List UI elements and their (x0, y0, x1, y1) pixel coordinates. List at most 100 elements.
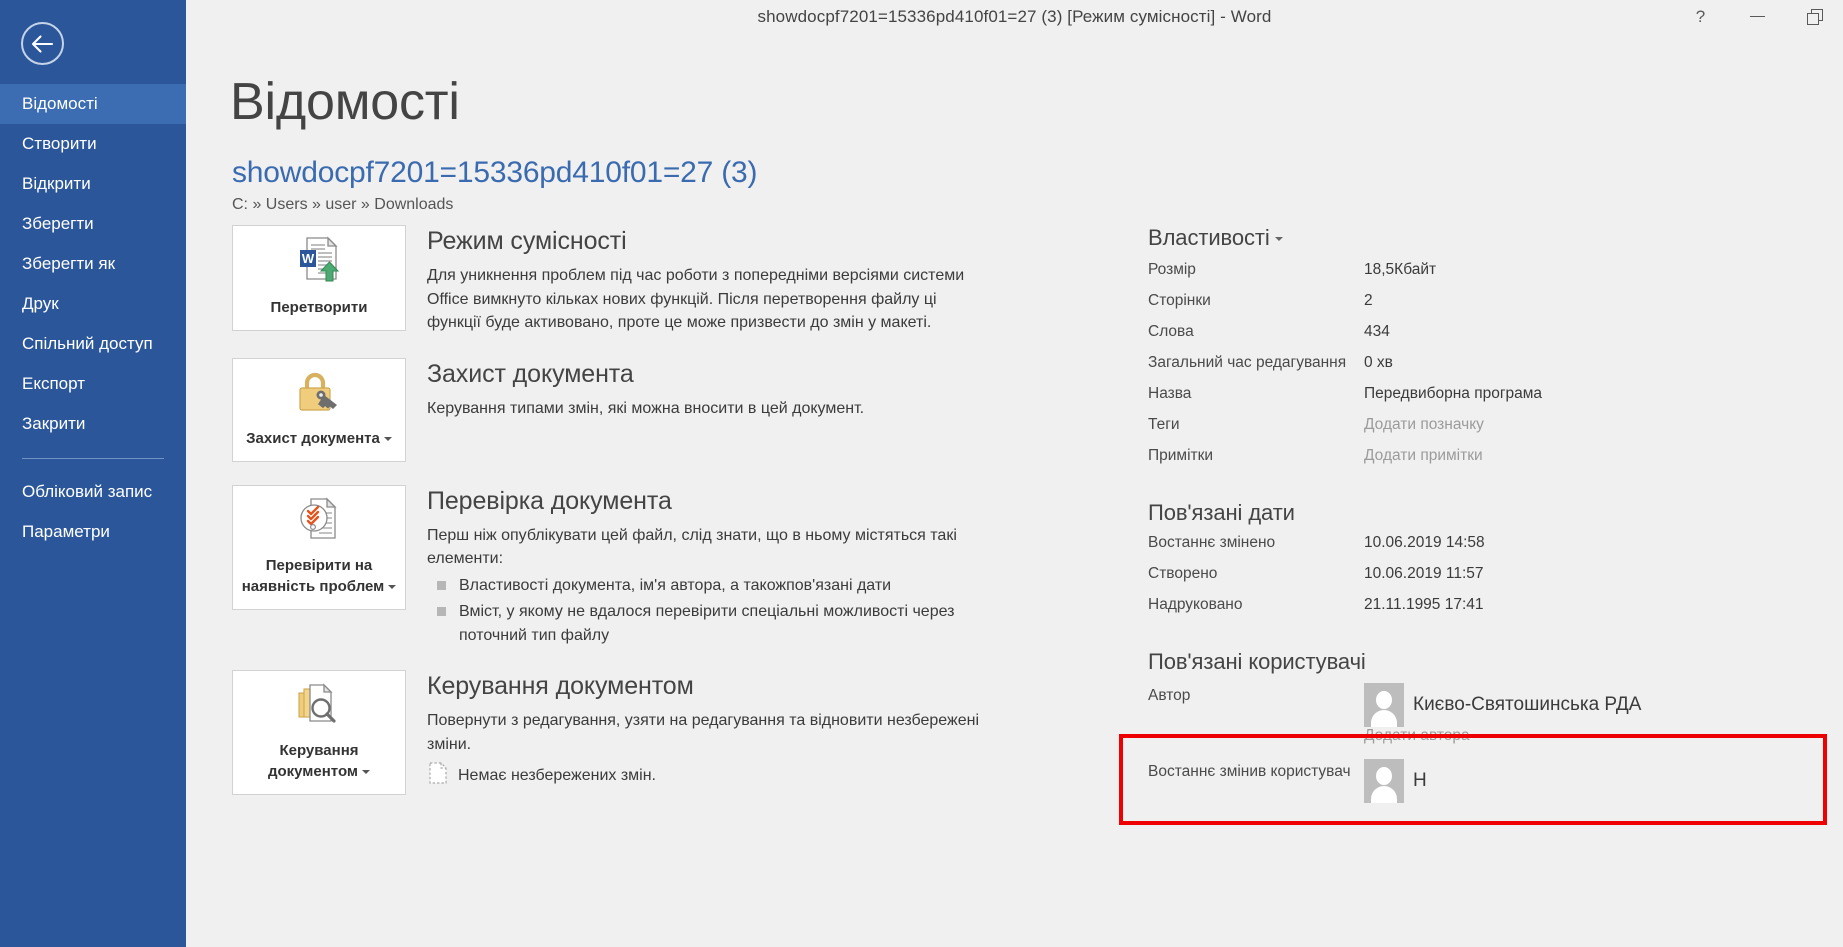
property-value: 0 хв (1364, 354, 1393, 371)
button-text: Захист документа (246, 429, 380, 447)
word-backstage-window: showdocpf7201=15336pd410f01=27 (3) [Режи… (0, 0, 1843, 947)
arrow-left-icon (31, 34, 53, 53)
last-modified-by-chip[interactable]: Н (1364, 759, 1427, 803)
title-bar: showdocpf7201=15336pd410f01=27 (3) [Режи… (186, 0, 1843, 33)
convert-button[interactable]: W Перетворити (232, 225, 406, 331)
sidebar-item-label: Закрити (22, 414, 86, 433)
properties-heading-label: Властивості (1148, 225, 1270, 250)
property-label: Примітки (1148, 447, 1214, 464)
property-label: Розмір (1148, 261, 1196, 278)
sidebar-item-export[interactable]: Експорт (0, 364, 186, 404)
sidebar-item-print[interactable]: Друк (0, 284, 186, 324)
sidebar-item-label: Експорт (22, 374, 85, 393)
unsaved-changes-icon (427, 761, 449, 790)
inspection-findings-list: Властивості документа, ім'я автора, а та… (427, 574, 992, 648)
card-protect-document: Захист документа Захист документа Керува… (232, 357, 992, 462)
lock-key-icon (294, 369, 344, 420)
avatar (1364, 759, 1404, 803)
property-row-total-editing-time: Загальний час редагування 0 хв (1148, 354, 1748, 385)
sidebar-item-label: Параметри (22, 522, 110, 541)
svg-text:W: W (302, 251, 315, 266)
related-people-heading: Пов'язані користувачі (1148, 649, 1366, 674)
property-label: Слова (1148, 323, 1194, 340)
manage-document-button[interactable]: Керування документом (232, 670, 406, 795)
sidebar-item-label: Друк (22, 294, 59, 313)
date-label: Створено (1148, 565, 1218, 582)
add-comments-field[interactable]: Додати примітки (1364, 447, 1483, 465)
card-body: Перевірка документа Перш ніж опублікуват… (406, 485, 992, 648)
avatar (1364, 683, 1404, 727)
document-name[interactable]: showdocpf7201=15336pd410f01=27 (3) (232, 156, 758, 190)
sidebar-item-account[interactable]: Обліковий запис (0, 472, 186, 512)
sidebar-item-label: Зберегти (22, 214, 94, 233)
sidebar-item-save[interactable]: Зберегти (0, 204, 186, 244)
card-body: Захист документа Керування типами змін, … (406, 358, 992, 421)
restore-icon (1806, 8, 1823, 25)
minimize-icon (1750, 15, 1765, 18)
author-name: Києво-Святошинська РДА (1413, 694, 1642, 715)
restore-button[interactable] (1786, 0, 1843, 33)
manage-document-button-label: Керування документом (239, 740, 399, 782)
check-for-issues-button[interactable]: Перевірити на наявність проблем (232, 484, 406, 610)
unsaved-changes-note: Немає незбережених змін. (427, 761, 992, 790)
minimize-button[interactable] (1729, 0, 1786, 33)
properties-column: Властивості Розмір 18,5Кбайт Сторінки 2 … (1148, 225, 1748, 805)
sidebar-item-info[interactable]: Відомості (0, 84, 186, 124)
card-inspect-document: Перевірити на наявність проблем Перевірк… (232, 484, 992, 648)
sidebar-item-label: Обліковий запис (22, 482, 153, 501)
date-row-created: Створено 10.06.2019 11:57 (1148, 565, 1748, 596)
property-value[interactable]: Передвиборна програма (1364, 385, 1542, 403)
window-title: showdocpf7201=15336pd410f01=27 (3) [Режи… (757, 6, 1272, 26)
property-row-size: Розмір 18,5Кбайт (1148, 261, 1748, 292)
sidebar-item-save-as[interactable]: Зберегти як (0, 244, 186, 284)
sidebar-divider (22, 458, 164, 459)
sidebar-item-label: Відкрити (22, 174, 91, 193)
window-controls: ? (1672, 0, 1843, 33)
add-author-field[interactable]: Додати автора (1364, 727, 1748, 745)
property-value: 2 (1364, 292, 1373, 309)
help-button[interactable]: ? (1672, 0, 1729, 33)
property-label: Теги (1148, 416, 1180, 433)
sidebar-item-share[interactable]: Спільний доступ (0, 324, 186, 364)
chevron-down-icon (388, 584, 397, 589)
sidebar-item-options[interactable]: Параметри (0, 512, 186, 552)
sidebar-item-close[interactable]: Закрити (0, 404, 186, 444)
protect-document-button[interactable]: Захист документа (232, 357, 406, 462)
card-compatibility-mode: W Перетворити Режим сумісності Для уникн… (232, 225, 992, 335)
unsaved-changes-text: Немає незбережених змін. (458, 766, 656, 784)
date-label: Востаннє змінено (1148, 534, 1276, 551)
protect-document-button-label: Захист документа (246, 428, 392, 449)
backstage-sidebar: Відомості Створити Відкрити Зберегти Збе… (0, 0, 186, 947)
card-description: Керування типами змін, які можна вносити… (427, 399, 865, 417)
card-manage-document: Керування документом Керування документо… (232, 670, 992, 795)
inspect-document-icon (295, 496, 343, 547)
property-label: Сторінки (1148, 292, 1211, 309)
add-tag-field[interactable]: Додати позначку (1364, 416, 1484, 434)
sidebar-item-open[interactable]: Відкрити (0, 164, 186, 204)
backstage-main: Відомості showdocpf7201=15336pd410f01=27… (186, 33, 1843, 947)
button-text: Перевірити на наявність проблем (241, 556, 385, 595)
chevron-down-icon (1274, 237, 1283, 242)
property-row-title: Назва Передвиборна програма (1148, 385, 1748, 416)
last-modified-by-row: Востаннє змінив користувач Н (1148, 759, 1748, 805)
chevron-down-icon (362, 770, 371, 775)
date-value: 21.11.1995 17:41 (1364, 596, 1484, 613)
breadcrumb[interactable]: C: » Users » user » Downloads (232, 196, 453, 214)
last-modified-by-name: Н (1413, 770, 1427, 791)
property-value: 434 (1364, 323, 1390, 340)
related-dates-heading: Пов'язані дати (1148, 500, 1295, 525)
sidebar-item-label: Спільний доступ (22, 334, 153, 353)
sidebar-nav: Відомості Створити Відкрити Зберегти Збе… (0, 84, 186, 552)
card-body: Режим сумісності Для уникнення проблем п… (406, 225, 992, 335)
page-title: Відомості (230, 73, 460, 131)
date-value: 10.06.2019 11:57 (1364, 565, 1484, 582)
properties-heading[interactable]: Властивості (1148, 225, 1748, 251)
author-chip[interactable]: Києво-Святошинська РДА (1364, 683, 1641, 727)
card-description: Для уникнення проблем під час роботи з п… (427, 267, 965, 331)
sidebar-item-new[interactable]: Створити (0, 124, 186, 164)
back-button[interactable] (21, 22, 64, 65)
property-row-tags: Теги Додати позначку (1148, 416, 1748, 447)
card-title: Перевірка документа (427, 486, 672, 515)
card-title: Захист документа (427, 359, 634, 388)
property-row-pages: Сторінки 2 (1148, 292, 1748, 323)
